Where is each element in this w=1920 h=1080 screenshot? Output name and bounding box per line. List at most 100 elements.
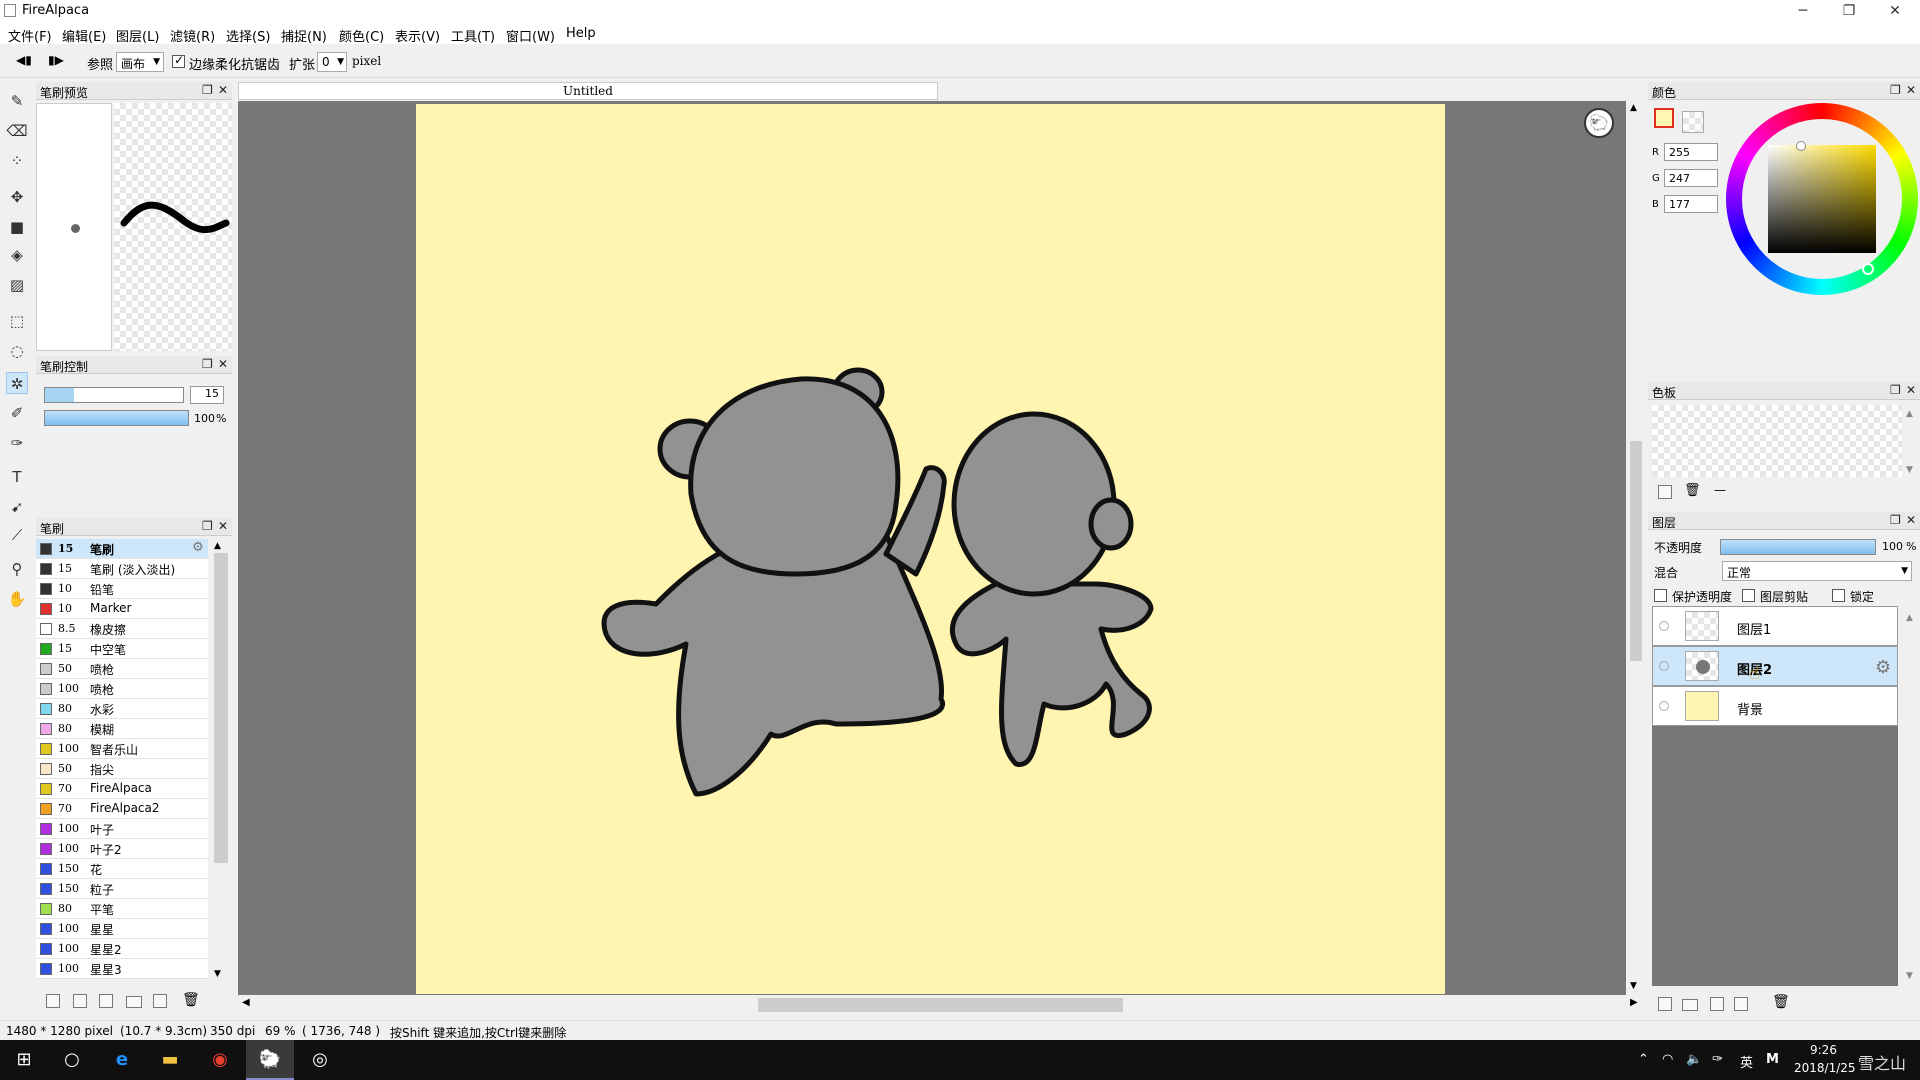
float-icon[interactable]: ❐	[202, 357, 213, 371]
lasso-tool-icon[interactable]: ◌	[6, 340, 28, 362]
brush-size-input[interactable]: 15	[190, 386, 224, 404]
fill-rect-tool-icon[interactable]: ■	[6, 216, 28, 238]
red-input[interactable]: 255	[1664, 143, 1718, 161]
eyedropper-tool-icon[interactable]: ⚲	[6, 558, 28, 580]
brush-opacity-slider[interactable]	[44, 410, 189, 426]
expand-select[interactable]: 0 ▼	[317, 52, 347, 72]
menu-select[interactable]: 选择(S)	[226, 26, 270, 45]
menu-help[interactable]: Help	[566, 26, 596, 41]
menu-snap[interactable]: 捕捉(N)	[281, 26, 327, 45]
move-tool-icon[interactable]: ✥	[6, 186, 28, 208]
eraser-tool-icon[interactable]: ⌫	[6, 120, 28, 142]
import-brush-icon[interactable]	[73, 994, 87, 1008]
brush-item[interactable]: 10 Marker	[36, 599, 208, 619]
ime-mode-indicator[interactable]: M	[1766, 1052, 1779, 1067]
brush-item[interactable]: 100 星星	[36, 919, 208, 939]
scroll-down-icon[interactable]: ▼	[1906, 465, 1913, 475]
canvas-vscroll-thumb[interactable]	[1630, 441, 1642, 661]
eye-icon[interactable]	[1659, 661, 1669, 671]
menu-file[interactable]: 文件(F)	[8, 26, 52, 45]
brush-item[interactable]: 15 笔刷 ⚙	[36, 539, 208, 559]
file-explorer-icon[interactable]: ▬	[146, 1040, 194, 1080]
brush-item[interactable]: 100 叶子	[36, 819, 208, 839]
palette-swatches[interactable]	[1652, 405, 1902, 477]
scroll-down-icon[interactable]: ▼	[1906, 971, 1913, 981]
scroll-up-icon[interactable]: ▲	[1906, 409, 1913, 419]
gear-icon[interactable]: ⚙	[1875, 657, 1891, 678]
background-color-swatch[interactable]	[1682, 111, 1704, 133]
folder-icon[interactable]	[1682, 999, 1698, 1011]
close-button[interactable]: ✕	[1872, 0, 1918, 22]
ime-indicator[interactable]: 英	[1740, 1052, 1753, 1071]
network-icon[interactable]: ◠	[1662, 1052, 1673, 1067]
gradient-tool-icon[interactable]: ▨	[6, 274, 28, 296]
edge-icon[interactable]: e	[98, 1040, 146, 1080]
layer-row-background[interactable]: 背景	[1652, 686, 1898, 726]
chrome-icon[interactable]: ◉	[196, 1040, 244, 1080]
canvas-hscroll[interactable]: ◀ ▶	[238, 995, 1643, 1015]
protect-alpha-checkbox[interactable]	[1654, 589, 1667, 602]
divide-tool-icon[interactable]: ⟋	[6, 524, 28, 546]
brush-list-scrollbar[interactable]: ▲ ▼	[212, 539, 230, 983]
menu-window[interactable]: 窗口(W)	[506, 26, 555, 45]
operation-tool-icon[interactable]: ➹	[6, 496, 28, 518]
pen-tray-icon[interactable]: ✑	[1712, 1052, 1723, 1067]
close-icon[interactable]: ✕	[218, 357, 228, 371]
canvas-vscroll[interactable]: ▲ ▼	[1627, 101, 1643, 995]
brush-item[interactable]: 80 平笔	[36, 899, 208, 919]
brush-item[interactable]: 70 FireAlpaca	[36, 779, 208, 799]
brush-item[interactable]: 15 中空笔	[36, 639, 208, 659]
blend-mode-select[interactable]: 正常 ▼	[1722, 561, 1912, 581]
close-icon[interactable]: ✕	[218, 83, 228, 97]
layer-opacity-slider[interactable]	[1720, 539, 1876, 555]
layer-row-2[interactable]: 图层2 ☝ ⚙	[1652, 646, 1898, 686]
canvas-paper[interactable]	[416, 104, 1445, 994]
canvas-hscroll-thumb[interactable]	[758, 998, 1123, 1012]
eye-icon[interactable]	[1659, 621, 1669, 631]
copy-brush-icon[interactable]	[153, 994, 167, 1008]
scroll-left-icon[interactable]: ◀	[242, 997, 250, 1008]
new-layer-icon[interactable]	[1658, 997, 1672, 1011]
bucket-tool-icon[interactable]: ◈	[6, 244, 28, 266]
brush-item[interactable]: 15 笔刷 (淡入淡出)	[36, 559, 208, 579]
start-icon[interactable]: ⊞	[0, 1040, 48, 1080]
scroll-up-icon[interactable]: ▲	[214, 541, 221, 551]
search-icon[interactable]: ○	[48, 1040, 96, 1080]
menu-layer[interactable]: 图层(L)	[116, 26, 159, 45]
gear-icon[interactable]: ⚙	[192, 540, 204, 555]
float-icon[interactable]: ❐	[202, 519, 213, 533]
redo-icon[interactable]: ▮▶	[48, 53, 64, 67]
minimize-button[interactable]: ─	[1780, 0, 1826, 22]
trash-icon[interactable]: 🗑	[1772, 994, 1790, 1010]
brush-item[interactable]: 80 模糊	[36, 719, 208, 739]
brush-item[interactable]: 100 喷枪	[36, 679, 208, 699]
brush-item[interactable]: 100 智者乐山	[36, 739, 208, 759]
brush-item[interactable]: 8.5 橡皮擦	[36, 619, 208, 639]
magic-wand-tool-icon[interactable]: ✲	[6, 372, 28, 394]
folder-icon[interactable]	[126, 996, 142, 1008]
restore-button[interactable]: ❐	[1826, 0, 1872, 22]
antialias-checkbox[interactable]: ✓	[172, 53, 185, 68]
chevron-up-icon[interactable]: ⌃	[1638, 1052, 1649, 1067]
new-swatch-icon[interactable]	[1658, 485, 1672, 499]
new-brush-icon[interactable]	[46, 994, 60, 1008]
close-icon[interactable]: ✕	[1906, 513, 1916, 527]
menu-tools[interactable]: 工具(T)	[451, 26, 495, 45]
clock-date[interactable]: 2018/1/25	[1794, 1061, 1856, 1075]
float-icon[interactable]: ❐	[202, 83, 213, 97]
hue-wheel[interactable]	[1726, 103, 1918, 295]
navigator-mascot-icon[interactable]: 🐑	[1584, 108, 1614, 138]
brush-item[interactable]: 100 叶子2	[36, 839, 208, 859]
brush-item[interactable]: 70 FireAlpaca2	[36, 799, 208, 819]
scroll-up-icon[interactable]: ▲	[1630, 103, 1637, 113]
clipping-checkbox[interactable]	[1742, 589, 1755, 602]
close-icon[interactable]: ✕	[1906, 83, 1916, 97]
select-pen-tool-icon[interactable]: ✐	[6, 402, 28, 424]
brush-item[interactable]: 50 喷枪	[36, 659, 208, 679]
foreground-color-swatch[interactable]	[1654, 108, 1674, 128]
volume-icon[interactable]: 🔈	[1686, 1052, 1702, 1067]
firealpaca-task-icon[interactable]: 🐑	[246, 1040, 294, 1080]
menu-color[interactable]: 颜色(C)	[339, 26, 384, 45]
copy-layer-icon[interactable]	[1710, 997, 1724, 1011]
scroll-up-icon[interactable]: ▲	[1906, 613, 1913, 623]
